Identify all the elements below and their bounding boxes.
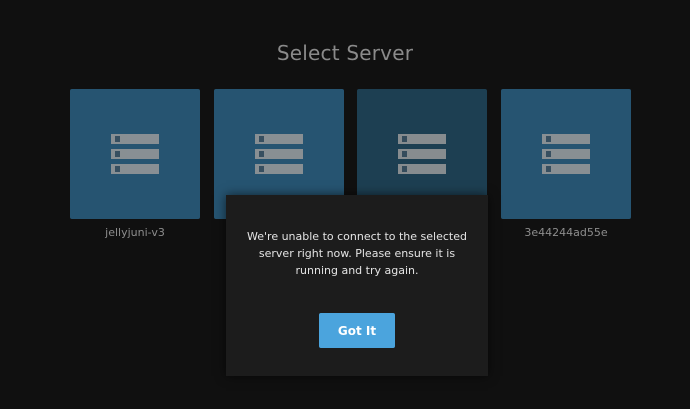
server-icon: [255, 134, 303, 174]
server-name: jellyjuni-v3: [105, 226, 165, 239]
server-name: 3e44244ad55e: [524, 226, 608, 239]
select-server-page: Select Server jellyjuni-v3 3e44244ad55e …: [0, 0, 690, 409]
server-card-4[interactable]: 3e44244ad55e: [501, 89, 631, 239]
server-icon: [542, 134, 590, 174]
dialog-message: We're unable to connect to the selected …: [247, 230, 467, 277]
got-it-button[interactable]: Got It: [319, 313, 395, 348]
server-icon: [398, 134, 446, 174]
page-title: Select Server: [276, 41, 414, 65]
connection-error-dialog: We're unable to connect to the selected …: [226, 195, 488, 376]
server-tile[interactable]: [501, 89, 631, 219]
server-card-1[interactable]: jellyjuni-v3: [70, 89, 200, 239]
server-icon: [111, 134, 159, 174]
server-tile[interactable]: [70, 89, 200, 219]
